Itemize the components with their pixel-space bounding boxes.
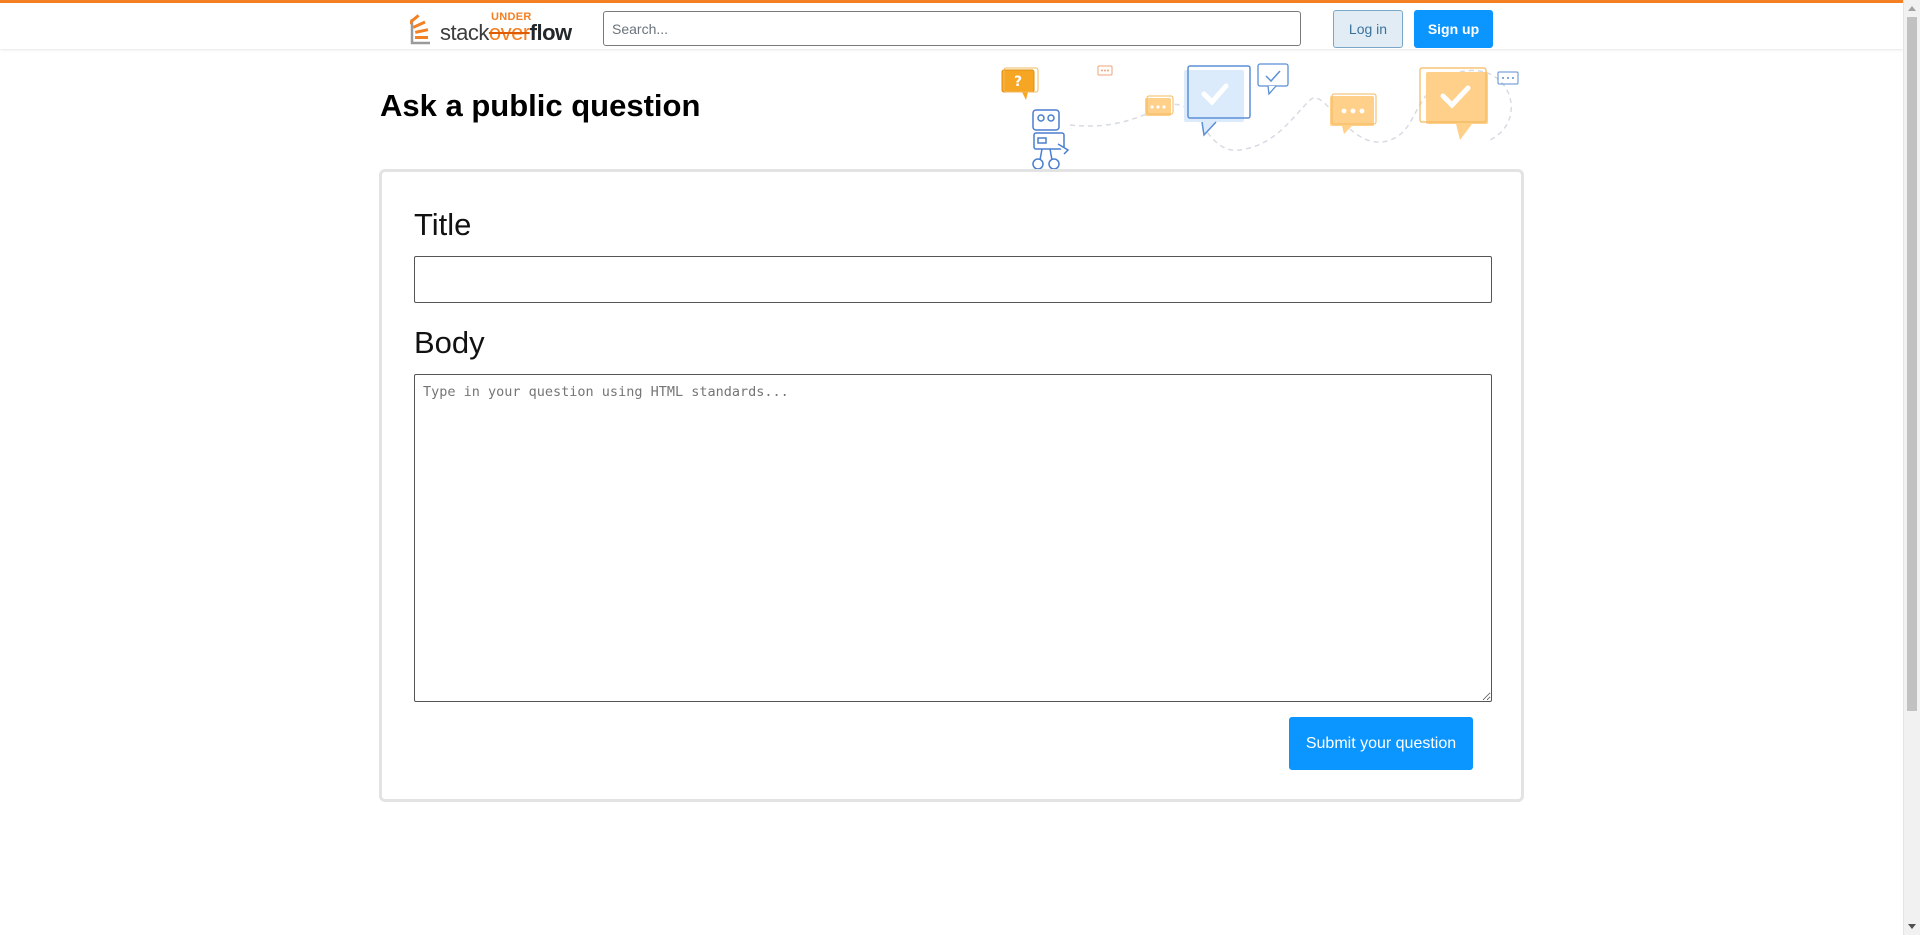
signup-button[interactable]: Sign up (1414, 10, 1493, 48)
body-label: Body (414, 325, 485, 360)
chat-bubble-orange-icon (1330, 93, 1377, 134)
logo-word-bold: flow (529, 20, 573, 45)
submit-question-button[interactable]: Submit your question (1289, 717, 1473, 770)
logo-wordmark: stackoverflow (440, 20, 572, 46)
check-bubble-orange-icon (1419, 67, 1488, 140)
top-bar: UNDER stackoverflow Log in Sign up (0, 0, 1903, 49)
chat-bubble-dots-icon (1145, 95, 1174, 116)
title-label: Title (414, 207, 472, 242)
small-blue-bubble-icon (1497, 71, 1519, 85)
check-bubble-small-icon (1257, 63, 1289, 96)
question-bubble-icon: ? (1001, 67, 1039, 100)
scroll-up-arrow-icon[interactable] (1908, 6, 1916, 11)
question-form-card: Title Body Submit your question (379, 169, 1524, 802)
scrollbar-thumb[interactable] (1907, 17, 1917, 711)
stack-logo-icon (410, 14, 430, 45)
site-logo[interactable]: UNDER stackoverflow (410, 11, 575, 47)
page-scrollbar[interactable] (1903, 0, 1920, 935)
svg-text:?: ? (1014, 74, 1022, 90)
scroll-down-arrow-icon[interactable] (1908, 924, 1916, 929)
login-button[interactable]: Log in (1333, 10, 1403, 48)
logo-word-regular: stack (440, 20, 489, 45)
small-chat-bubble-icon (1097, 65, 1113, 76)
title-input[interactable] (414, 256, 1492, 303)
page-title: Ask a public question (380, 88, 701, 123)
logo-word-struck: over (488, 20, 530, 45)
robot-chat-illustration: ? (1001, 63, 1519, 170)
check-bubble-blue-icon (1184, 65, 1251, 137)
body-textarea[interactable] (414, 374, 1492, 702)
robot-icon (1032, 109, 1070, 170)
search-input[interactable] (603, 11, 1301, 46)
